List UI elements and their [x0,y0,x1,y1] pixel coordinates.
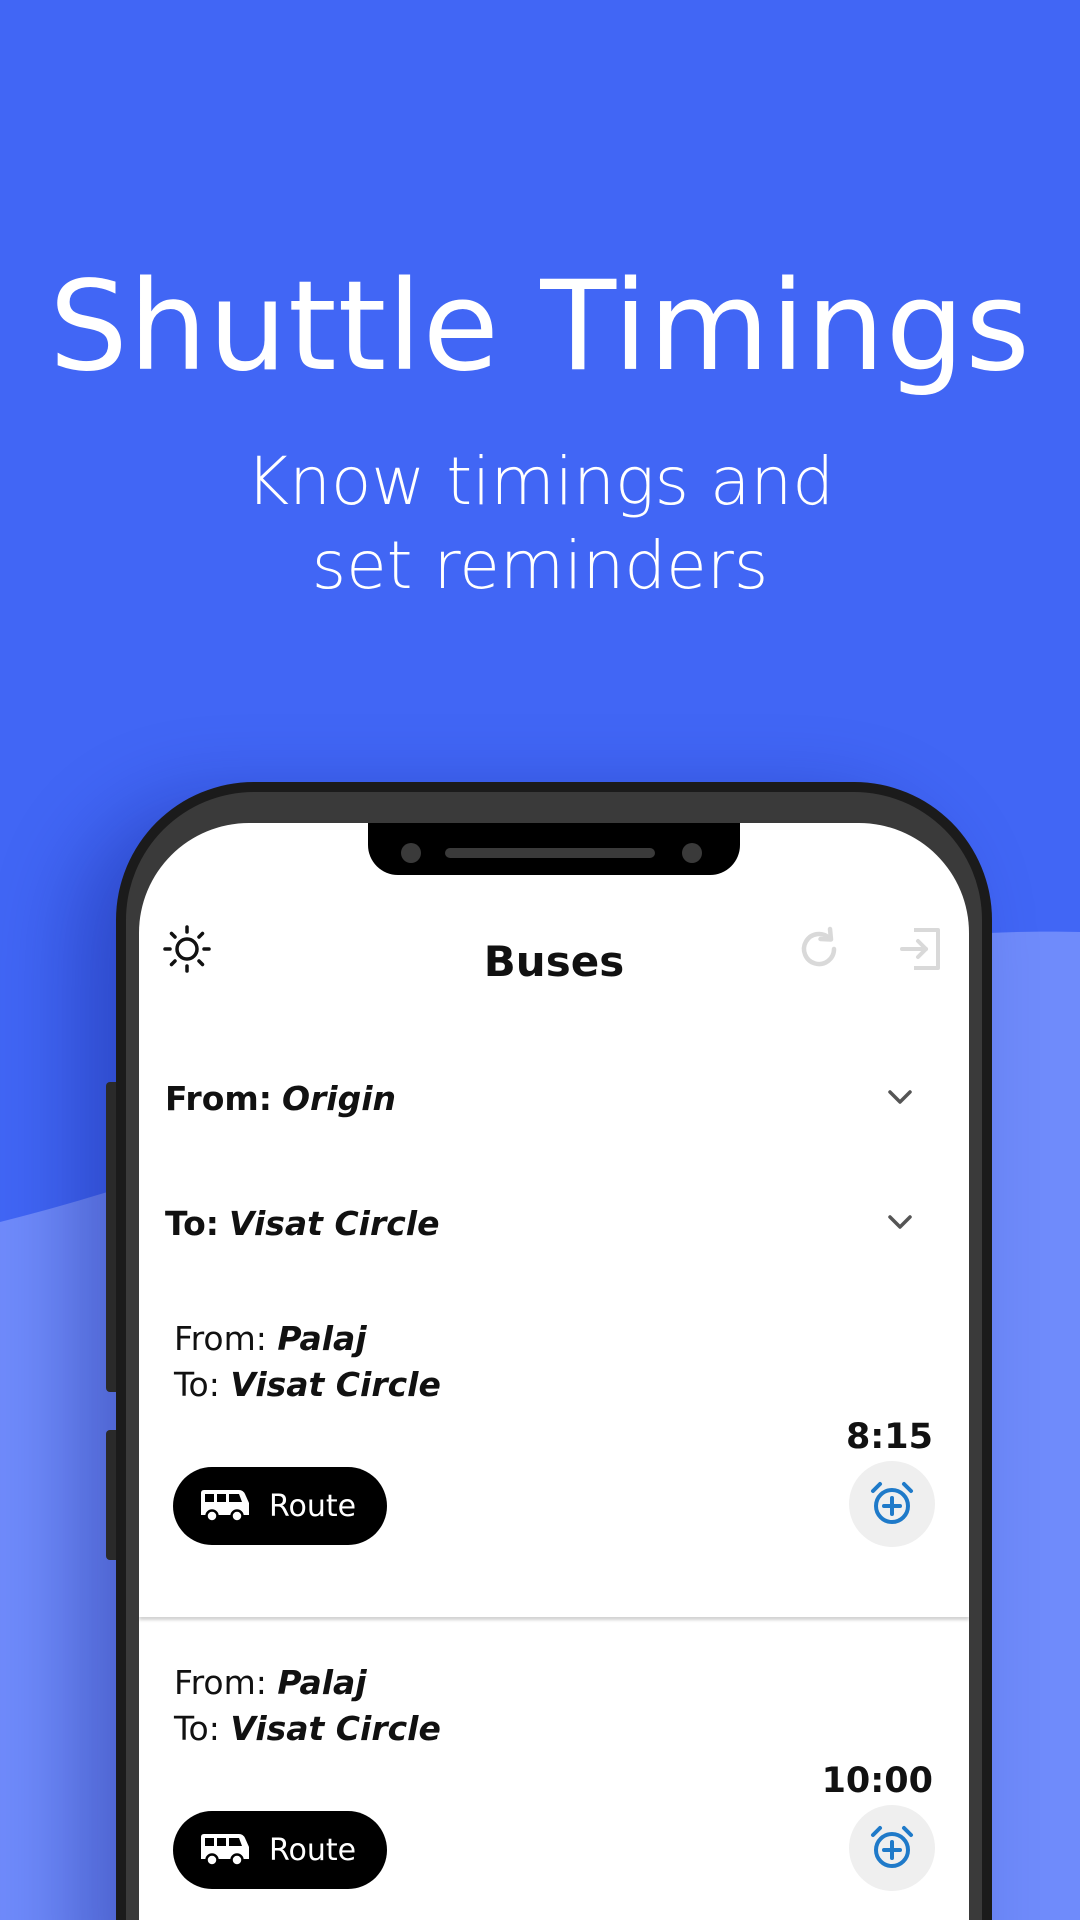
trip-to-label: To: [174,1365,220,1404]
app-toolbar: Buses [139,919,969,999]
promo-subline: Know timings and set reminders [0,440,1080,608]
bus-icon [201,1834,249,1867]
trip-to: To: Visat Circle [174,1365,441,1404]
promo-subline-line2: set reminders [311,527,769,604]
chevron-down-icon [888,1215,912,1229]
from-selector-value: Origin [281,1078,397,1118]
route-button-label: Route [269,1488,357,1524]
trip-card: From: Palaj To: Visat Circle 10:00 Route [139,1633,969,1920]
to-selector-label: To: [165,1203,219,1243]
trip-card: From: Palaj To: Visat Circle 8:15 Route [139,1289,969,1617]
to-selector[interactable]: To: Visat Circle [165,1193,945,1253]
notch-camera-left [401,843,421,863]
phone-side-button-2 [106,1430,116,1560]
route-button-label: Route [269,1832,357,1868]
trip-from-value: Palaj [277,1319,367,1358]
trip-from-value: Palaj [277,1663,367,1702]
notch-speaker [445,848,655,858]
trip-from: From: Palaj [174,1663,367,1702]
trip-to: To: Visat Circle [174,1709,441,1748]
refresh-button[interactable] [789,919,849,979]
logout-button[interactable] [891,919,951,979]
promo-headline: Shuttle Timings [49,255,1031,399]
chevron-down-icon [888,1090,912,1104]
route-button[interactable]: Route [173,1811,387,1889]
trip-to-label: To: [174,1709,220,1748]
from-selector-label: From: [165,1078,272,1118]
refresh-icon [801,926,837,967]
trip-time: 10:00 [821,1761,933,1801]
route-button[interactable]: Route [173,1467,387,1545]
alarm-add-icon [871,1482,913,1524]
phone-side-button-1 [106,1082,116,1392]
logout-icon [900,928,940,970]
promo-subline-line1: Know timings and [245,443,835,520]
phone-screen: Buses From: Origin To: Visat Circle From… [139,823,969,1920]
set-reminder-button[interactable] [849,1805,935,1891]
trip-to-value: Visat Circle [230,1365,441,1404]
alarm-add-icon [871,1826,913,1868]
from-selector[interactable]: From: Origin [165,1068,945,1128]
set-reminder-button[interactable] [849,1461,935,1547]
phone-notch [368,823,740,875]
trip-from-label: From: [174,1663,267,1702]
notch-camera-right [682,843,702,863]
bus-icon [201,1490,249,1523]
trip-from-label: From: [174,1319,267,1358]
trip-to-value: Visat Circle [230,1709,441,1748]
trip-from: From: Palaj [174,1319,367,1358]
to-selector-value: Visat Circle [229,1203,440,1243]
trip-time: 8:15 [845,1417,933,1457]
